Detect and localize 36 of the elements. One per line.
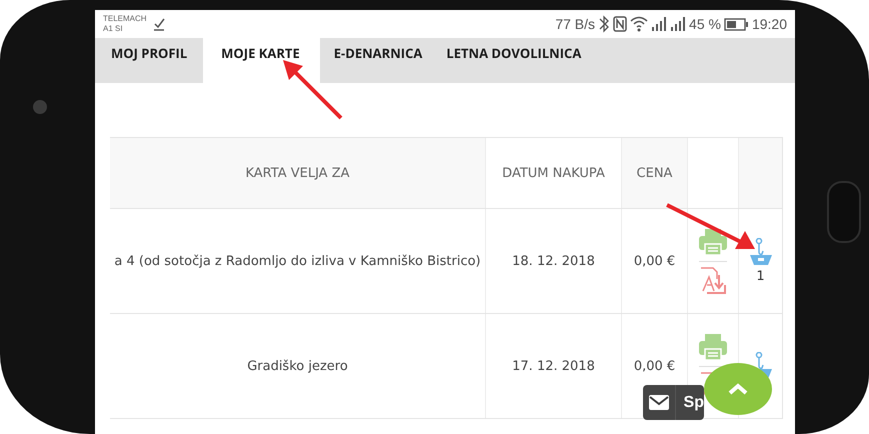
column-header: KARTA VELJA ZA xyxy=(245,166,350,180)
envelope-icon xyxy=(648,395,669,410)
side-key xyxy=(827,181,861,243)
printer-icon xyxy=(698,332,728,360)
purchase-date: 17. 12. 2018 xyxy=(512,358,595,374)
column-header: CENA xyxy=(636,166,672,180)
tab[interactable]: MOJ PROFIL xyxy=(103,38,198,83)
column-header: DATUM NAKUPA xyxy=(502,166,605,180)
tab[interactable]: LETNA DOVOLILNICA xyxy=(438,38,592,83)
ticket-name: a 4 (od sotočja z Radomljo do izliva v Kamniško Bistrico) xyxy=(114,254,481,268)
ticket-name: Gradiško jezero xyxy=(247,358,348,374)
catch-count: 1 xyxy=(756,269,765,284)
pdf-download-icon xyxy=(699,266,727,294)
battery-icon xyxy=(724,16,749,32)
bluetooth-icon xyxy=(598,15,610,33)
wifi-icon xyxy=(630,15,648,33)
hook-basket-icon xyxy=(748,238,772,266)
carrier-label: TELEMACH xyxy=(103,14,147,24)
carrier-label: A1 SI xyxy=(103,24,124,34)
price: 0,00 € xyxy=(634,358,676,374)
signal-icon xyxy=(651,15,668,33)
clock: 19:20 xyxy=(752,16,787,32)
camera-dot xyxy=(33,100,47,114)
chevron-up-icon xyxy=(727,382,749,396)
battery-percent: 45 % xyxy=(689,16,721,32)
tab[interactable]: E-DENARNICA xyxy=(326,38,432,83)
price: 0,00 € xyxy=(634,254,676,268)
network-speed: 77 B/s xyxy=(555,16,596,32)
nfc-icon xyxy=(613,15,628,33)
printer-icon xyxy=(698,228,728,256)
check-icon xyxy=(152,17,165,31)
tab[interactable]: MOJE KARTE xyxy=(203,38,320,83)
feedback-button[interactable]: Sp xyxy=(643,385,704,420)
annotation-arrow xyxy=(281,58,345,122)
signal-icon xyxy=(670,15,686,33)
purchase-date: 18. 12. 2018 xyxy=(512,254,595,268)
